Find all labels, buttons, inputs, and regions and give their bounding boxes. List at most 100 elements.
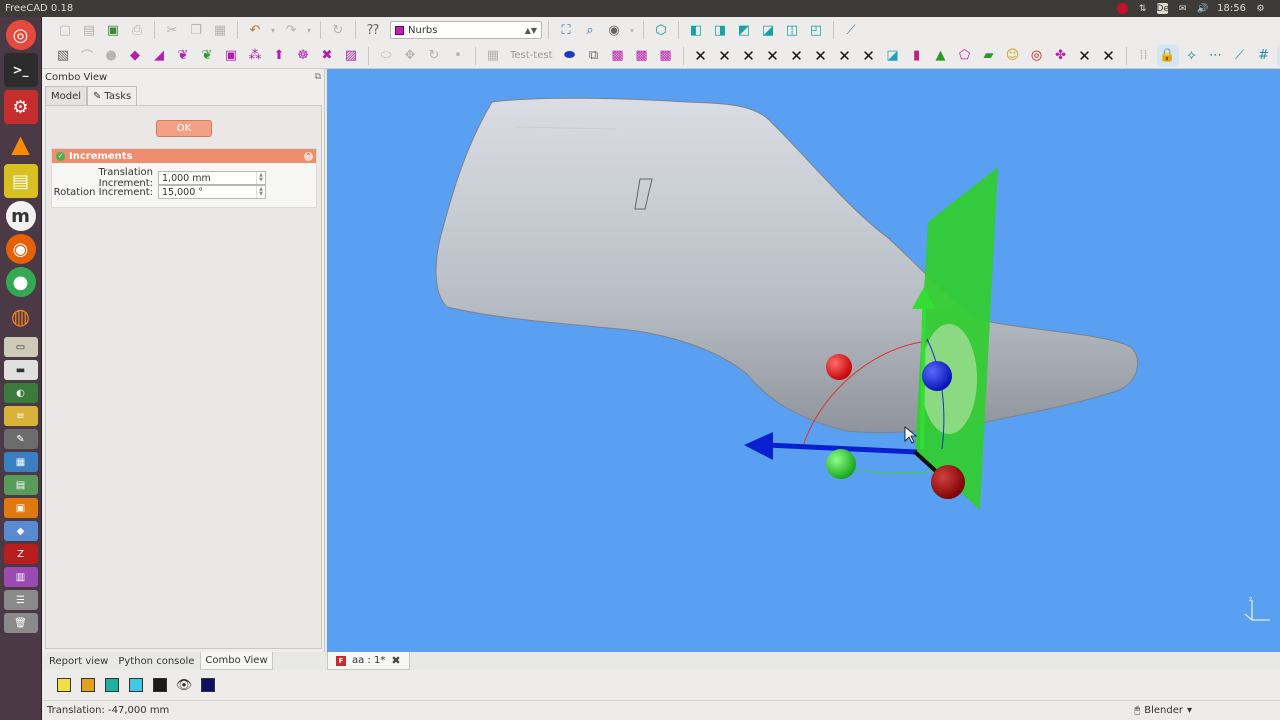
arrow-up-tool-icon[interactable]: ⬆ xyxy=(268,45,290,67)
fit-selection-icon[interactable]: ⌕ xyxy=(579,19,601,41)
print-icon[interactable]: ⎙ xyxy=(126,19,148,41)
shoe-last-model[interactable] xyxy=(435,97,1139,434)
filezilla-icon[interactable]: Z xyxy=(3,544,38,564)
x-tool-5-icon[interactable]: ✕ xyxy=(786,45,808,67)
tab-combo-view[interactable]: Combo View xyxy=(200,652,273,670)
snap-grid-icon[interactable]: # xyxy=(1253,45,1275,67)
nurbs-tool-1-icon[interactable]: ◆ xyxy=(124,45,146,67)
terminal-icon[interactable]: >_ xyxy=(3,53,38,87)
lock-icon[interactable]: 🔒 xyxy=(1156,44,1179,67)
tab-model[interactable]: Model xyxy=(45,86,88,105)
eye-tool-icon[interactable] xyxy=(197,674,219,696)
3d-scene[interactable]: z xyxy=(327,69,1280,652)
shape-tool-icon[interactable]: ⬠ xyxy=(954,45,976,67)
app-icon-6[interactable]: ▤ xyxy=(3,475,38,495)
x-tool-3-icon[interactable]: ✕ xyxy=(738,45,760,67)
right-view-icon[interactable]: ◩ xyxy=(733,19,755,41)
shoe-tool-icon[interactable]: ⬬ xyxy=(559,45,581,67)
app-icon-9[interactable]: ▥ xyxy=(3,567,38,587)
close-icon[interactable]: ✖ xyxy=(391,654,400,667)
nurbs-tool-4-icon[interactable]: ❦ xyxy=(196,45,218,67)
map-tool-icon[interactable]: ▰ xyxy=(978,45,1000,67)
whats-this-icon[interactable]: ⁇ xyxy=(362,19,384,41)
document-tab[interactable]: F aa : 1* ✖ xyxy=(327,652,410,670)
workbench-selector[interactable]: Nurbs ▲▼ xyxy=(390,21,542,39)
app-icon-10[interactable]: ☰ xyxy=(3,590,38,610)
rotation-increment-field[interactable]: 15,000 ° ▲ ▼ xyxy=(158,185,266,199)
app-icon-4[interactable]: ✎ xyxy=(3,429,38,449)
app-icon-2[interactable]: ◐ xyxy=(3,383,38,403)
navigation-style-selector[interactable]: 🖱 Blender ▾ xyxy=(1134,705,1192,716)
blue-rotation-sphere[interactable] xyxy=(922,361,952,391)
nurbs-tool-3-icon[interactable]: ❦ xyxy=(172,45,194,67)
red-rotation-sphere[interactable] xyxy=(826,354,852,380)
3d-viewport[interactable]: z xyxy=(327,69,1280,652)
x-tool-8-icon[interactable]: ✕ xyxy=(858,45,880,67)
color-tool-grid-icon[interactable] xyxy=(77,674,99,696)
rotate-tool-icon[interactable]: ↻ xyxy=(423,45,445,67)
cylinder-tool-icon[interactable]: ⬭ xyxy=(375,45,397,67)
cylinder-red-icon[interactable]: ▮ xyxy=(906,45,928,67)
paste-icon[interactable]: ▦ xyxy=(209,19,231,41)
ok-button[interactable]: OK xyxy=(156,120,212,137)
app-icon-1[interactable]: ▬ xyxy=(3,360,38,380)
record-indicator-icon[interactable] xyxy=(1117,3,1129,14)
app-icon-5[interactable]: ▦ xyxy=(3,452,38,472)
curve-tool-icon[interactable]: ⌒ xyxy=(76,45,98,67)
blender-icon[interactable]: ◍ xyxy=(4,300,38,334)
nurbs-tool-8-icon[interactable]: ✖ xyxy=(316,45,338,67)
translation-increment-field[interactable]: 1,000 mm ▲ ▼ xyxy=(158,171,266,185)
spinner-arrows-icon[interactable]: ▲ ▼ xyxy=(256,186,265,198)
tab-python-console[interactable]: Python console xyxy=(114,652,198,670)
x-tool-1-icon[interactable]: ✕ xyxy=(690,45,712,67)
app-icon-3[interactable]: ≡ xyxy=(3,406,38,426)
draw-style-icon[interactable]: ◉ xyxy=(603,19,625,41)
firefox-icon[interactable]: ◉ xyxy=(5,234,36,264)
frame-tool-icon[interactable]: ⧉ xyxy=(583,45,605,67)
mail-icon[interactable]: ✉ xyxy=(1177,3,1188,14)
color-tool-cyan-icon[interactable] xyxy=(125,674,147,696)
files-icon[interactable]: ▭ xyxy=(3,337,38,357)
x-axis-arrow[interactable] xyxy=(744,432,773,460)
image-tool-2-icon[interactable]: ▩ xyxy=(631,45,653,67)
nurbs-tool-9-icon[interactable]: ▨ xyxy=(340,45,362,67)
copy-icon[interactable]: ❐ xyxy=(185,19,207,41)
freecad-icon[interactable]: ⚙ xyxy=(3,90,38,124)
power-gear-icon[interactable]: ⚙ xyxy=(1255,3,1266,14)
app-icon-7[interactable]: ▣ xyxy=(3,498,38,518)
image-tool-1-icon[interactable]: ▩ xyxy=(607,45,629,67)
chrome-icon[interactable]: ● xyxy=(5,267,36,297)
nurbs-tool-2-icon[interactable]: ◢ xyxy=(148,45,170,67)
undo-icon[interactable]: ↶ xyxy=(244,19,266,41)
image-tool-3-icon[interactable]: ▩ xyxy=(655,45,677,67)
app-icon-8[interactable]: ◆ xyxy=(3,521,38,541)
color-tool-yellow-icon[interactable] xyxy=(53,674,75,696)
snap-tool-3-icon[interactable]: ⟋ xyxy=(1229,45,1251,67)
left-view-icon[interactable]: ◰ xyxy=(805,19,827,41)
trash-icon[interactable]: 🗑 xyxy=(3,613,38,633)
x-tool-7-icon[interactable]: ✕ xyxy=(834,45,856,67)
tab-report-view[interactable]: Report view xyxy=(45,652,112,670)
vlc-icon[interactable]: ▲ xyxy=(4,127,38,161)
save-icon[interactable]: ▣ xyxy=(102,19,124,41)
nurbs-tool-7-icon[interactable]: ☸ xyxy=(292,45,314,67)
redo-dropdown-icon[interactable]: ▾ xyxy=(304,19,314,41)
x-tool-4-icon[interactable]: ✕ xyxy=(762,45,784,67)
collapse-icon[interactable]: ⌃ xyxy=(304,151,313,161)
grid-dots-icon[interactable]: ⁞⁞ xyxy=(1133,45,1155,67)
clock[interactable]: 18:56 xyxy=(1217,3,1246,14)
cut-icon[interactable]: ✂ xyxy=(161,19,183,41)
sketch-tool-icon[interactable]: ▧ xyxy=(52,45,74,67)
x-tool-6-icon[interactable]: ✕ xyxy=(810,45,832,67)
keyboard-layout-indicator[interactable]: De xyxy=(1156,3,1169,14)
dark-red-rotation-sphere[interactable] xyxy=(931,465,965,499)
x-tool-2-icon[interactable]: ✕ xyxy=(714,45,736,67)
surface-tool-icon[interactable]: ◪ xyxy=(882,45,904,67)
moodle-icon[interactable]: m xyxy=(5,201,36,231)
bird-tool-icon[interactable]: ✤ xyxy=(1050,45,1072,67)
nurbs-tool-5-icon[interactable]: ▣ xyxy=(220,45,242,67)
visibility-tool-icon[interactable]: 👁 xyxy=(173,674,195,696)
point-tool-icon[interactable]: ● xyxy=(100,45,122,67)
measure-distance-icon[interactable]: ⟋ xyxy=(840,19,862,41)
redo-icon[interactable]: ↷ xyxy=(280,19,302,41)
